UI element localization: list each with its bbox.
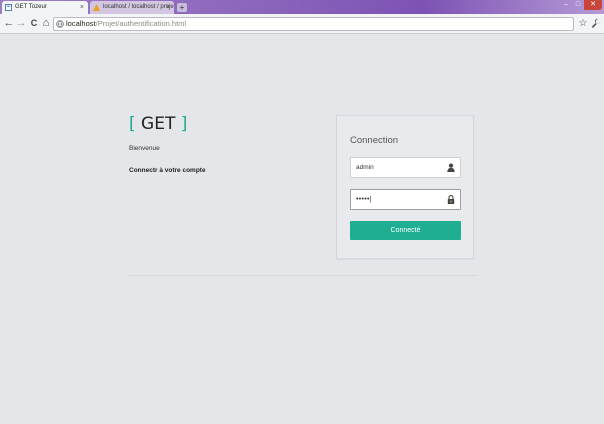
new-tab-button[interactable]: + bbox=[177, 3, 187, 12]
globe-icon bbox=[56, 20, 64, 28]
browser-titlebar: GET Tozeur × localhost / localhost / pro… bbox=[0, 0, 604, 14]
tab-phpmyadmin[interactable]: localhost / localhost / proje × bbox=[90, 1, 174, 14]
password-input[interactable] bbox=[351, 190, 446, 209]
welcome-text: Bienvenue bbox=[129, 145, 160, 152]
bookmark-star-icon[interactable]: ☆ bbox=[577, 17, 589, 30]
home-icon[interactable]: ⌂ bbox=[40, 17, 52, 30]
maximize-icon[interactable]: □ bbox=[572, 0, 584, 10]
connect-button[interactable]: Connecté bbox=[350, 221, 461, 240]
brand-logo: [ GET ] bbox=[129, 114, 187, 134]
forward-icon[interactable]: → bbox=[15, 17, 27, 30]
phpmyadmin-favicon-icon bbox=[93, 4, 100, 11]
wrench-icon[interactable] bbox=[591, 18, 601, 29]
login-title: Connection bbox=[350, 135, 399, 146]
lock-icon bbox=[447, 195, 455, 204]
close-window-icon[interactable]: ✕ bbox=[584, 0, 602, 10]
close-tab-icon[interactable]: × bbox=[80, 1, 84, 14]
tab-label: GET Tozeur bbox=[15, 4, 47, 10]
login-panel: Connection Connecté bbox=[336, 115, 474, 259]
close-tab-icon[interactable]: × bbox=[166, 1, 170, 14]
tab-get-tozeur[interactable]: GET Tozeur × bbox=[2, 1, 88, 14]
footer-divider bbox=[128, 275, 476, 276]
back-icon[interactable]: ← bbox=[3, 17, 15, 30]
url-host: localhost bbox=[66, 19, 96, 28]
login-subtitle: Connectr à votre compte bbox=[129, 167, 206, 174]
url-path: /Projet/authentification.html bbox=[95, 19, 187, 28]
username-field[interactable] bbox=[350, 157, 461, 178]
address-bar[interactable]: localhost/Projet/authentification.html bbox=[53, 17, 574, 31]
browser-toolbar: ← → C ⌂ localhost/Projet/authentificatio… bbox=[0, 14, 604, 34]
password-field[interactable] bbox=[350, 189, 461, 210]
brand-name: GET bbox=[141, 114, 176, 134]
brand-bracket-close: ] bbox=[180, 114, 188, 134]
username-input[interactable] bbox=[351, 158, 446, 177]
brand-bracket-open: [ bbox=[129, 114, 136, 134]
user-icon bbox=[447, 163, 455, 172]
tab-label: localhost / localhost / proje bbox=[103, 4, 174, 10]
reload-icon[interactable]: C bbox=[28, 17, 40, 30]
minimize-icon[interactable]: – bbox=[560, 0, 572, 10]
page-favicon-icon bbox=[5, 4, 12, 11]
window-controls: – □ ✕ bbox=[560, 0, 602, 11]
